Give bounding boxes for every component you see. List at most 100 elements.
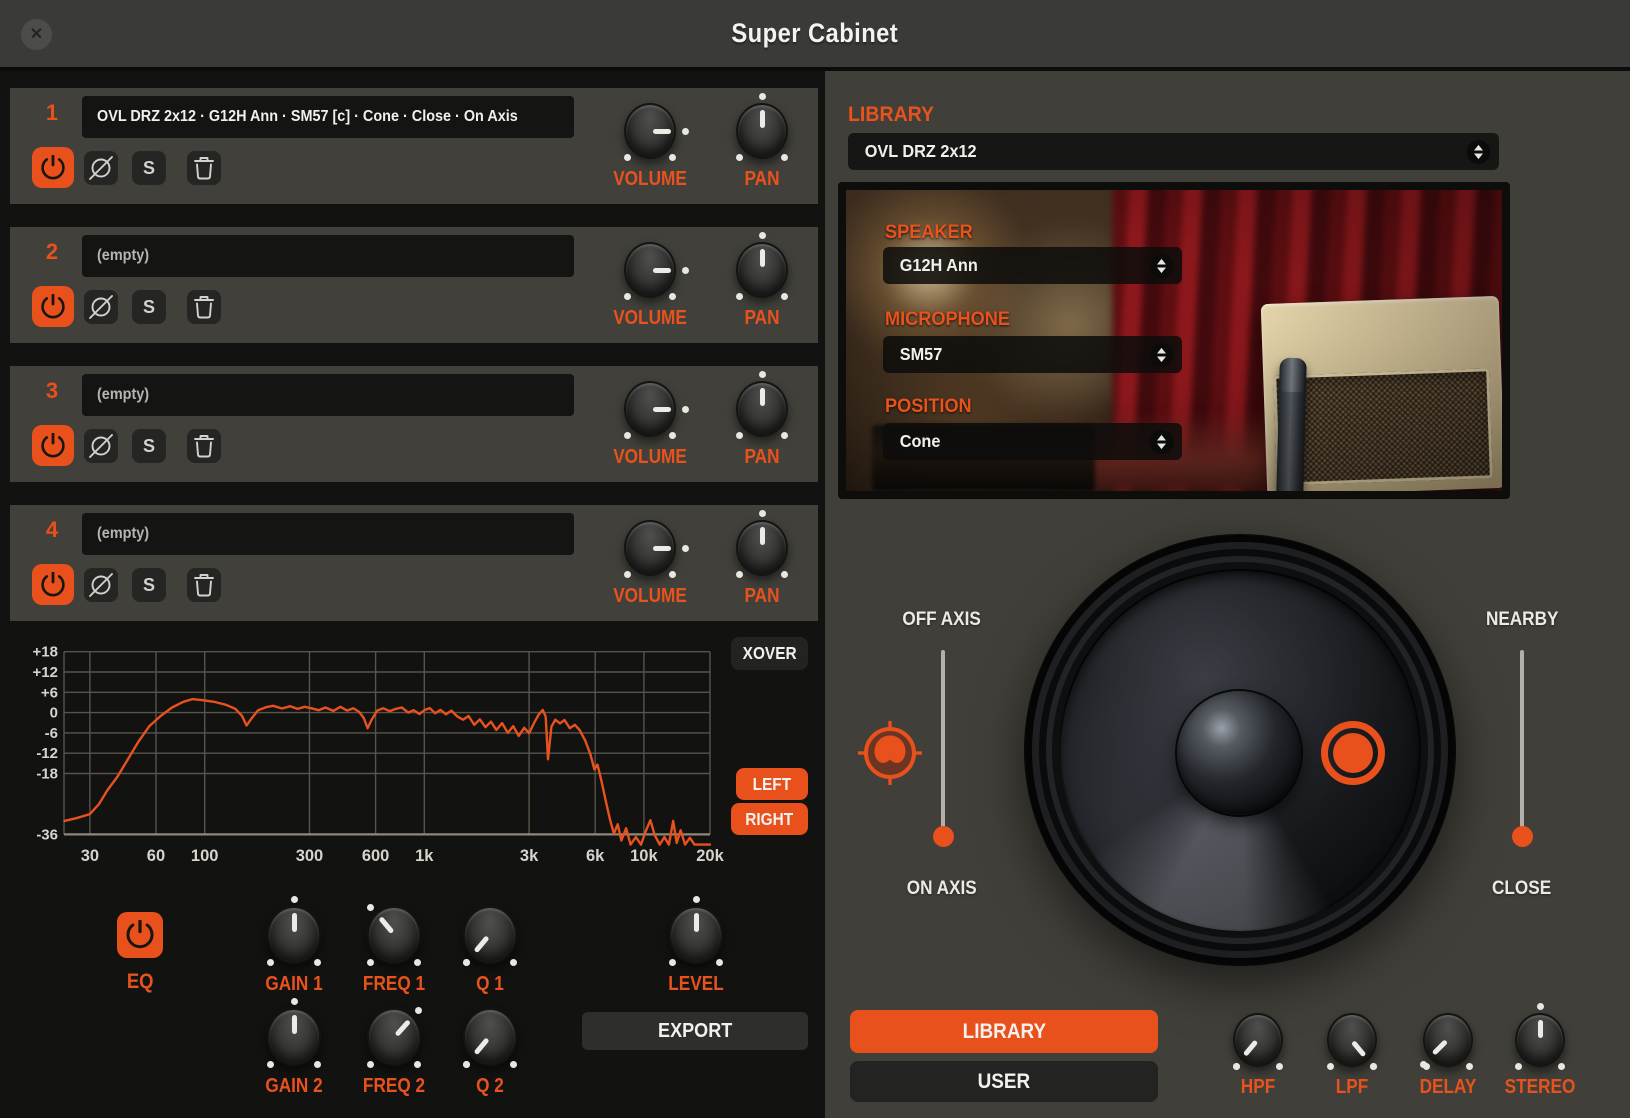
slot-solo-button[interactable]: S (132, 151, 166, 185)
tab-library[interactable]: LIBRARY (850, 1010, 1158, 1053)
close-icon: ✕ (29, 26, 44, 43)
close-button[interactable]: ✕ (21, 19, 52, 50)
pan-knob[interactable]: PAN (724, 91, 800, 195)
volume-knob[interactable]: VOLUME (612, 508, 689, 612)
position-section-label: POSITION (885, 395, 972, 417)
frequency-response-graph: +18 +12 +6 0 -6 -12 -18 -36 30 60 100 300 600 1k 3k 6k 1… (33, 644, 725, 865)
speaker-select[interactable]: G12H Ann (883, 247, 1182, 284)
svg-text:6k: 6k (586, 847, 605, 865)
right-channel-button[interactable]: RIGHT (731, 803, 808, 835)
hpf-knob[interactable]: HPF (1221, 1001, 1295, 1103)
slot-phase-button[interactable] (84, 290, 118, 324)
knob-label: VOLUME (613, 446, 687, 468)
svg-text:10k: 10k (630, 847, 658, 865)
eq-power-button[interactable] (117, 912, 163, 958)
power-icon (125, 920, 155, 950)
phase-invert-icon (87, 293, 115, 321)
trash-icon (191, 433, 217, 459)
trash-icon (191, 294, 217, 320)
power-icon (40, 432, 66, 459)
slot-ir-name-text: OVL DRZ 2x12 · G12H Ann · SM57 [c] · Con… (97, 108, 518, 125)
cabinet-select[interactable]: OVL DRZ 2x12 (848, 133, 1499, 170)
volume-knob[interactable]: VOLUME (612, 369, 689, 473)
knob-label: STEREO (1504, 1076, 1576, 1098)
eq-q2-knob[interactable]: Q 2 (451, 996, 529, 1102)
slot-solo-button[interactable]: S (132, 429, 166, 463)
slot-power-button[interactable] (32, 564, 74, 605)
eq-q1-knob[interactable]: Q 1 (451, 894, 529, 1000)
svg-text:600: 600 (362, 847, 390, 865)
speaker-dust-cap (1177, 691, 1301, 815)
slot-ir-name[interactable]: (empty) (82, 374, 574, 416)
nearby-label: NEARBY (1485, 608, 1559, 630)
svg-text:+12: +12 (33, 664, 58, 681)
stereo-knob[interactable]: STEREO (1503, 1001, 1577, 1103)
speaker-section-label: SPEAKER (885, 221, 973, 243)
titlebar: Super Cabinet ✕ (0, 0, 1630, 71)
eq-freq1-knob[interactable]: FREQ 1 (355, 894, 433, 1000)
cabinet-select-value: OVL DRZ 2x12 (864, 141, 977, 161)
slot-phase-button[interactable] (84, 151, 118, 185)
phase-invert-icon (87, 154, 115, 182)
library-section-label: LIBRARY (848, 103, 935, 126)
slot-phase-button[interactable] (84, 568, 118, 602)
solo-label: S (142, 435, 155, 456)
slot-solo-button[interactable]: S (132, 290, 166, 324)
svg-text:3k: 3k (520, 847, 539, 865)
microphone-select[interactable]: SM57 (883, 336, 1182, 373)
level-knob[interactable]: LEVEL (657, 894, 735, 1000)
eq-freq2-knob[interactable]: FREQ 2 (355, 996, 433, 1102)
slot-ir-name[interactable]: OVL DRZ 2x12 · G12H Ann · SM57 [c] · Con… (82, 96, 574, 138)
export-button[interactable]: EXPORT (582, 1012, 808, 1050)
updown-arrows-icon (1149, 429, 1174, 454)
eq-gain1-knob[interactable]: GAIN 1 (255, 894, 333, 1000)
knob-label: VOLUME (613, 168, 687, 190)
xover-button[interactable]: XOVER (731, 637, 808, 670)
phase-invert-icon (87, 432, 115, 460)
slot-power-button[interactable] (32, 147, 74, 188)
slot-power-button[interactable] (32, 425, 74, 466)
slot-delete-button[interactable] (187, 568, 221, 602)
slot-solo-button[interactable]: S (132, 568, 166, 602)
cardioid-pattern-icon (857, 720, 923, 786)
solo-label: S (142, 574, 155, 595)
knob-label: VOLUME (613, 307, 687, 329)
mic-distance-slider-thumb[interactable] (1512, 826, 1533, 847)
svg-text:100: 100 (191, 847, 219, 865)
position-select[interactable]: Cone (883, 423, 1182, 460)
speaker-select-value: G12H Ann (899, 255, 978, 275)
slot-delete-button[interactable] (187, 151, 221, 185)
slot-phase-button[interactable] (84, 429, 118, 463)
off-axis-label: OFF AXIS (902, 608, 982, 630)
knob-label: GAIN 1 (265, 973, 323, 995)
knob-label: HPF (1240, 1076, 1276, 1098)
svg-text:-18: -18 (36, 766, 58, 783)
pan-knob[interactable]: PAN (724, 508, 800, 612)
knob-label: FREQ 1 (362, 973, 426, 995)
slot-ir-name-text: (empty) (97, 247, 150, 264)
knob-label: DELAY (1419, 1076, 1477, 1098)
slot-ir-name[interactable]: (empty) (82, 513, 574, 555)
mic-distance-slider[interactable] (1520, 650, 1524, 836)
slot-ir-name[interactable]: (empty) (82, 235, 574, 277)
solo-label: S (142, 157, 155, 178)
slot-delete-button[interactable] (187, 290, 221, 324)
microphone-section-label: MICROPHONE (885, 308, 1010, 330)
volume-knob[interactable]: VOLUME (612, 91, 689, 195)
knob-label: GAIN 2 (265, 1075, 323, 1097)
slot-power-button[interactable] (32, 286, 74, 327)
volume-knob[interactable]: VOLUME (612, 230, 689, 334)
lpf-knob[interactable]: LPF (1315, 1001, 1389, 1103)
slot-delete-button[interactable] (187, 429, 221, 463)
eq-gain2-knob[interactable]: GAIN 2 (255, 996, 333, 1102)
pan-knob[interactable]: PAN (724, 369, 800, 473)
svg-text:1k: 1k (415, 847, 434, 865)
delay-knob[interactable]: DELAY (1411, 1001, 1485, 1103)
pan-knob[interactable]: PAN (724, 230, 800, 334)
left-channel-button[interactable]: LEFT (736, 768, 808, 800)
mic-position-indicator[interactable] (1321, 721, 1385, 785)
mic-axis-slider[interactable] (941, 650, 945, 836)
mic-axis-slider-thumb[interactable] (933, 826, 954, 847)
speaker-cone-image (1025, 535, 1455, 965)
tab-user[interactable]: USER (850, 1061, 1158, 1102)
